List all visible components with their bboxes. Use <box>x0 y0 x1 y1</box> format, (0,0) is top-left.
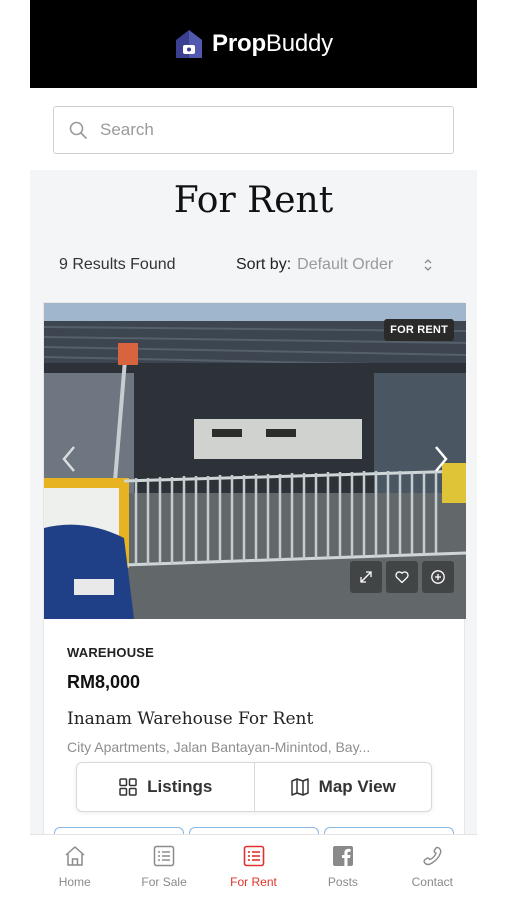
tab-for-sale[interactable]: For Sale <box>119 835 208 900</box>
search-box[interactable] <box>53 106 454 154</box>
photo-tools <box>350 561 454 593</box>
page-title: For Rent <box>173 180 334 221</box>
app-header: PropBuddy <box>30 0 477 88</box>
map-icon <box>290 778 309 796</box>
tab-for-rent[interactable]: For Rent <box>209 835 298 900</box>
heart-icon <box>395 571 409 584</box>
status-badge: FOR RENT <box>384 319 454 341</box>
map-view-label: Map View <box>318 777 396 796</box>
sort-value: Default Order <box>297 256 394 273</box>
list-icon <box>243 845 264 867</box>
tab-posts[interactable]: Posts <box>298 835 387 900</box>
plus-circle-icon <box>431 570 445 584</box>
tab-label: Posts <box>327 875 358 889</box>
chevron-updown-icon <box>424 259 432 271</box>
listings-label: Listings <box>147 777 213 796</box>
favorite-button[interactable] <box>386 561 418 593</box>
phone-icon <box>423 846 442 866</box>
propbuddy-logo[interactable]: PropBuddy <box>174 28 333 60</box>
house-logo-icon <box>176 30 203 58</box>
expand-button[interactable] <box>350 561 382 593</box>
bottom-tab-bar: Home For Sale For Rent Posts Contact <box>30 834 477 900</box>
listing-address: City Apartments, Jalan Bantayan-Minintod… <box>67 739 371 755</box>
search-icon <box>69 121 87 139</box>
listing-details: WAREHOUSE RM8,000 Inanam Warehouse For R… <box>44 619 464 755</box>
listings-section: For Rent 9 Results Found Sort by: Defaul… <box>30 170 477 835</box>
listing-card[interactable]: FOR RENT WAREHOUSE RM8,000 Inanam Wareho… <box>43 302 466 835</box>
property-type: WAREHOUSE <box>67 645 155 660</box>
listing-photo[interactable]: FOR RENT <box>44 303 466 619</box>
listing-title[interactable]: Inanam Warehouse For Rent <box>67 709 441 729</box>
map-view-button[interactable]: Map View <box>253 763 432 811</box>
list-icon <box>153 845 175 867</box>
facebook-icon <box>332 846 353 866</box>
compare-button[interactable] <box>422 561 454 593</box>
chevron-left-icon[interactable] <box>58 443 80 475</box>
chevron-right-icon[interactable] <box>430 443 452 475</box>
tab-home[interactable]: Home <box>30 835 119 900</box>
listing-price: RM8,000 <box>67 672 141 692</box>
view-toggle: Listings Map View <box>76 762 432 812</box>
tab-label: Home <box>58 875 91 889</box>
tab-label: Contact <box>411 875 453 889</box>
results-count: 9 Results Found <box>59 256 176 273</box>
tab-label: For Sale <box>141 875 187 889</box>
listings-view-button[interactable]: Listings <box>77 763 254 811</box>
sort-label: Sort by: <box>236 256 292 273</box>
expand-icon <box>360 571 372 583</box>
home-icon <box>65 846 85 866</box>
search-input[interactable] <box>100 120 420 140</box>
grid-icon <box>119 778 137 796</box>
tab-label: For Rent <box>230 875 277 889</box>
sort-dropdown[interactable]: Sort by: Default Order <box>236 256 433 274</box>
tab-contact[interactable]: Contact <box>388 835 477 900</box>
logo-wordmark: PropBuddy <box>212 30 333 57</box>
